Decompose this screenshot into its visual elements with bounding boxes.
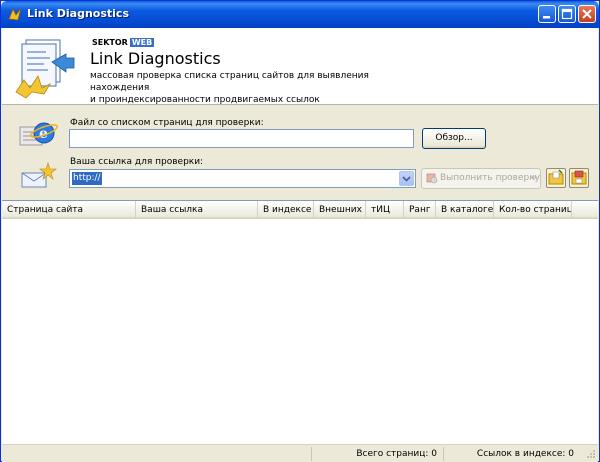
link-url-combobox[interactable]: http:// <box>69 169 416 188</box>
minimize-icon <box>543 16 550 19</box>
status-total-pages: Всего страниц: 0 <box>311 447 443 461</box>
brand-web: WEB <box>129 38 155 47</box>
column-header-link[interactable]: Ваша ссылка <box>136 201 258 219</box>
maximize-button[interactable] <box>558 5 576 23</box>
column-header-tic[interactable]: тИЦ <box>366 201 404 219</box>
internet-explorer-icon: e <box>19 122 58 146</box>
window-title: Link Diagnostics <box>27 7 129 20</box>
run-check-button[interactable]: Выполнить проверку » <box>421 168 541 189</box>
input-panel: e Файл со списком страниц для проверки: … <box>2 105 598 200</box>
link-url-value[interactable]: http:// <box>72 172 102 185</box>
save-icon <box>571 170 587 185</box>
chevron-down-icon <box>402 176 411 182</box>
column-header-external[interactable]: Внешних <box>314 201 366 219</box>
title-bar[interactable]: Link Diagnostics <box>1 1 599 28</box>
column-header-in-index[interactable]: В индексе <box>258 201 314 219</box>
column-header-page-count[interactable]: Кол-во страниц <box>494 201 572 219</box>
status-bar: Всего страниц: 0 Ссылок в индексе: 0 <box>2 444 598 462</box>
resize-grip-icon[interactable] <box>584 449 596 461</box>
column-header-rank[interactable]: Ранг <box>404 201 436 219</box>
close-icon <box>582 9 592 19</box>
app-description-line-1: массовая проверка списка страниц сайтов … <box>90 71 369 93</box>
app-heading: Link Diagnostics <box>90 49 221 68</box>
minimize-button[interactable] <box>538 5 556 23</box>
open-list-button[interactable] <box>546 168 566 188</box>
file-label: Файл со списком страниц для проверки: <box>70 118 264 128</box>
maximize-icon <box>561 8 573 20</box>
html-document-logo-icon <box>15 39 75 99</box>
close-button[interactable] <box>578 5 596 23</box>
brand-logo: SEKTOR WEB <box>92 38 155 47</box>
status-links-indexed: Ссылок в индексе: 0 <box>443 447 580 461</box>
results-table-header: Страница сайта Ваша ссылка В индексе Вне… <box>2 201 598 219</box>
header-banner: SEKTOR WEB Link Diagnostics массовая пров… <box>2 28 598 105</box>
run-check-label: Выполнить проверку <box>440 173 540 183</box>
file-path-input[interactable] <box>69 129 414 148</box>
app-window: Link Diagnostics SEKTOR WEB Link Diagnost… <box>0 0 600 462</box>
link-envelope-icon <box>21 162 57 188</box>
folder-open-icon <box>548 169 564 185</box>
app-description: массовая проверка списка страниц сайтов … <box>90 70 420 106</box>
save-results-button[interactable] <box>569 168 589 188</box>
run-check-arrow: » <box>531 173 537 183</box>
brand-sektor: SEKTOR <box>92 38 128 47</box>
column-header-in-catalog[interactable]: В каталоге <box>436 201 494 219</box>
combo-dropdown-button[interactable] <box>399 171 414 186</box>
column-header-page[interactable]: Страница сайта <box>2 201 136 219</box>
app-icon <box>8 7 22 21</box>
link-label: Ваша ссылка для проверки: <box>70 157 204 167</box>
results-table[interactable]: Страница сайта Ваша ссылка В индексе Вне… <box>2 200 598 444</box>
run-check-icon <box>426 173 438 184</box>
browse-button[interactable]: Обзор... <box>422 128 486 149</box>
